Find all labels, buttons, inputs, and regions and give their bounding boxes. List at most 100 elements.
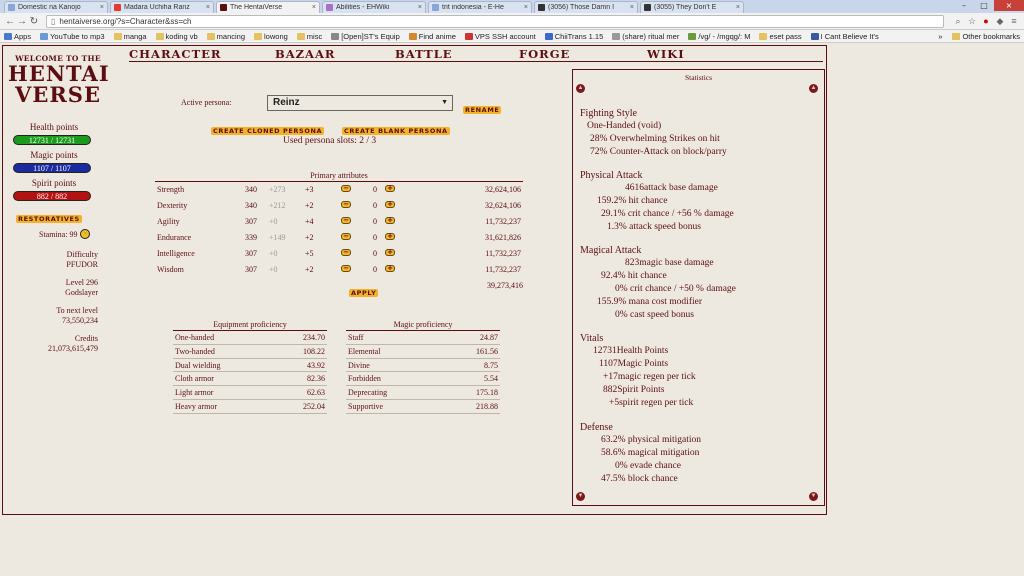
attribute-base: 307 <box>245 265 257 274</box>
tab-favicon-icon <box>220 4 227 11</box>
scroll-up-icon[interactable]: ▲ <box>809 84 818 93</box>
increase-icon[interactable]: + <box>385 265 395 272</box>
bookmark-item[interactable]: (share) ritual mer <box>612 32 679 41</box>
tab-favicon-icon <box>432 4 439 11</box>
bookmark-apps[interactable]: Apps <box>4 32 31 41</box>
bookmark-folder[interactable]: manga <box>113 31 147 41</box>
bookmark-label: ChiiTrans 1.15 <box>554 31 604 41</box>
bookmark-item[interactable]: I Cant Believe It's <box>810 32 879 41</box>
primary-attributes-title: Primary attributes <box>155 171 523 182</box>
nav-battle[interactable]: BATTLE <box>395 47 453 61</box>
create-blank-persona-button[interactable]: CREATE BLANK PERSONA <box>342 127 450 135</box>
scroll-down-icon[interactable]: ▼ <box>576 492 585 501</box>
browser-tab[interactable]: (3055) They Don't E × <box>640 1 744 13</box>
proficiency-name: Divine <box>348 360 370 370</box>
browser-tab[interactable]: trit indonesia - E-He × <box>428 1 532 13</box>
nav-wiki[interactable]: WIKI <box>647 47 685 61</box>
back-icon[interactable]: ← <box>4 16 16 27</box>
browser-tab[interactable]: (3056) Those Damn I × <box>534 1 638 13</box>
scroll-down-icon[interactable]: ▼ <box>809 492 818 501</box>
adblock-icon[interactable]: ● <box>980 16 992 26</box>
proficiency-row: Heavy armor 252.04 <box>173 400 327 414</box>
attribute-base: 340 <box>245 185 257 194</box>
increase-icon[interactable]: + <box>385 185 395 192</box>
increase-icon[interactable]: + <box>385 249 395 256</box>
rename-button[interactable]: RENAME <box>463 106 502 114</box>
zoom-icon[interactable]: ⌕ <box>952 16 964 27</box>
url-input[interactable]: ▯ hentaiverse.org/?s=Character&ss=ch <box>46 14 944 28</box>
close-tab-icon[interactable]: × <box>206 4 210 11</box>
close-tab-icon[interactable]: × <box>524 4 528 11</box>
bookmark-item[interactable]: Find anime <box>408 32 456 41</box>
bookmark-item[interactable]: ChiiTrans 1.15 <box>544 31 604 41</box>
folder-icon <box>155 32 164 40</box>
extension-icon[interactable]: ◆ <box>994 16 1006 27</box>
bookmark-folder[interactable]: misc <box>296 32 322 41</box>
attribute-name: Agility <box>157 217 180 226</box>
increase-icon[interactable]: + <box>385 201 395 208</box>
close-tab-icon[interactable]: × <box>630 4 634 11</box>
bookmark-icon <box>810 32 819 40</box>
bookmark-item[interactable]: /vg/ - /mgqg/: M <box>688 32 750 41</box>
bookmark-label: (share) ritual mer <box>622 31 680 41</box>
bookmark-folder[interactable]: koding vb <box>155 32 198 41</box>
nav-bazaar[interactable]: BAZAAR <box>275 47 335 61</box>
nav-character[interactable]: CHARACTER <box>129 47 221 61</box>
bookmark-item[interactable]: VPS SSH account <box>464 32 536 41</box>
browser-tab[interactable]: Domestic na Kanojo × <box>4 1 108 13</box>
decrease-icon[interactable]: − <box>341 217 351 224</box>
maximize-icon[interactable]: □ <box>974 0 994 11</box>
bookmark-label: mancing <box>216 31 246 41</box>
overflow-chevron-icon[interactable]: » <box>938 32 942 41</box>
bookmark-folder[interactable]: eset pass <box>759 31 802 41</box>
attribute-bonus: +212 <box>269 201 286 210</box>
increase-icon[interactable]: + <box>385 233 395 240</box>
stats-line: 29.1% crit chance / +56 % damage <box>601 209 734 219</box>
decrease-icon[interactable]: − <box>341 185 351 192</box>
decrease-icon[interactable]: − <box>341 265 351 272</box>
increase-icon[interactable]: + <box>385 217 395 224</box>
persona-select-value: Reinz <box>273 97 300 108</box>
persona-select[interactable]: Reinz ▼ <box>267 95 453 111</box>
minimize-icon[interactable]: – <box>954 0 974 11</box>
window-close-icon[interactable]: × <box>994 0 1024 11</box>
browser-tab[interactable]: Madara Uchiha Ranz × <box>110 1 214 13</box>
attribute-cost: +3 <box>305 185 314 194</box>
address-bar-row: ← → ↻ ▯ hentaiverse.org/?s=Character&ss=c… <box>0 13 1024 30</box>
bookmark-folder[interactable]: lowong <box>254 32 288 41</box>
reload-icon[interactable]: ↻ <box>28 16 40 27</box>
nav-forge[interactable]: FORGE <box>519 47 570 61</box>
restoratives-button[interactable]: RESTORATIVES <box>16 215 82 223</box>
bookmark-star-icon[interactable]: ☆ <box>966 16 978 27</box>
tab-title: (3055) They Don't E <box>654 4 717 11</box>
menu-icon[interactable]: ≡ <box>1008 16 1020 26</box>
other-bookmarks[interactable]: » Other bookmarks <box>938 32 1020 41</box>
bookmark-folder[interactable]: mancing <box>206 31 246 41</box>
close-tab-icon[interactable]: × <box>418 4 422 11</box>
decrease-icon[interactable]: − <box>341 233 351 240</box>
next-level-label: To next level <box>56 306 98 315</box>
apply-button[interactable]: APPLY <box>349 289 379 297</box>
browser-tab[interactable]: Abilities - EHWiki × <box>322 1 426 13</box>
forward-icon[interactable]: → <box>16 16 28 27</box>
close-tab-icon[interactable]: × <box>736 4 740 11</box>
bookmark-item[interactable]: YouTube to mp3 <box>40 32 105 41</box>
decrease-icon[interactable]: − <box>341 201 351 208</box>
bookmark-label: manga <box>123 31 147 41</box>
attribute-allocated: 0 <box>373 233 377 242</box>
difficulty-label: Difficulty <box>66 250 98 259</box>
scroll-up-icon[interactable]: ▲ <box>576 84 585 93</box>
create-cloned-persona-button[interactable]: CREATE CLONED PERSONA <box>211 127 325 135</box>
attribute-bonus: +0 <box>269 249 278 258</box>
health-bar: 12731 / 12731 <box>13 135 91 145</box>
close-tab-icon[interactable]: × <box>100 4 104 11</box>
difficulty-value[interactable]: PFUDOR <box>3 260 98 270</box>
close-tab-icon[interactable]: × <box>312 4 316 11</box>
bookmark-label: eset pass <box>769 31 802 41</box>
bookmark-item[interactable]: [Open]ST's Equip <box>331 32 400 41</box>
stats-line: 1107Magic Points <box>599 359 669 369</box>
decrease-icon[interactable]: − <box>341 249 351 256</box>
proficiency-name: Dual wielding <box>175 360 221 370</box>
proficiency-name: Cloth armor <box>175 374 214 384</box>
browser-tab-active[interactable]: The HentaiVerse × <box>216 1 320 13</box>
